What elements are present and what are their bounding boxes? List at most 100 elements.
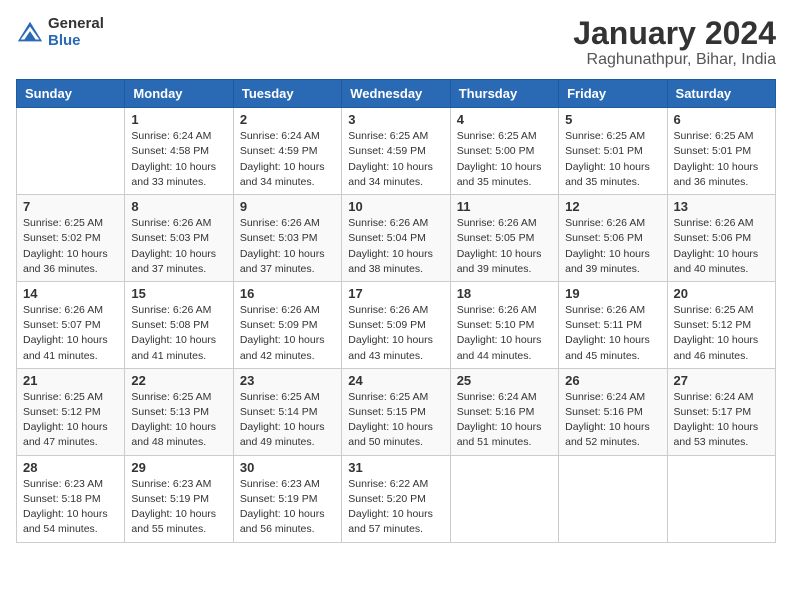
logo-blue-text: Blue <box>48 32 81 49</box>
day-number: 9 <box>240 199 335 214</box>
day-number: 10 <box>348 199 443 214</box>
day-number: 2 <box>240 112 335 127</box>
calendar-cell: 26Sunrise: 6:24 AM Sunset: 5:16 PM Dayli… <box>559 368 667 455</box>
calendar-table: SundayMondayTuesdayWednesdayThursdayFrid… <box>16 79 776 542</box>
day-info: Sunrise: 6:26 AM Sunset: 5:05 PM Dayligh… <box>457 216 552 277</box>
calendar-cell: 7 Sunrise: 6:25 AM Sunset: 5:02 PM Daylig… <box>17 195 125 282</box>
day-number: 21 <box>23 373 118 388</box>
calendar-cell: 23 Sunrise: 6:25 AM Sunset: 5:14 PM Dayli… <box>233 368 341 455</box>
location: Raghunathpur, Bihar, India <box>573 51 776 69</box>
day-number: 23 <box>240 373 335 388</box>
col-header-tuesday: Tuesday <box>233 80 341 108</box>
day-number: 14 <box>23 286 118 301</box>
day-info: Sunrise: 6:23 AM Sunset: 5:18 PM Dayligh… <box>23 477 118 538</box>
day-info: Sunrise: 6:24 AM Sunset: 5:16 PM Dayligh… <box>457 390 552 451</box>
logo-general-text: General <box>48 15 104 32</box>
day-info: Sunrise: 6:26 AM Sunset: 5:09 PM Dayligh… <box>240 303 335 364</box>
day-info: Sunrise: 6:25 AM Sunset: 4:59 PM Dayligh… <box>348 129 443 190</box>
calendar-cell: 13Sunrise: 6:26 AM Sunset: 5:06 PM Dayli… <box>667 195 775 282</box>
day-number: 20 <box>674 286 769 301</box>
calendar-cell: 3 Sunrise: 6:25 AM Sunset: 4:59 PM Daylig… <box>342 108 450 195</box>
day-number: 7 <box>23 199 118 214</box>
month-title: January 2024 <box>573 16 776 51</box>
col-header-saturday: Saturday <box>667 80 775 108</box>
day-number: 6 <box>674 112 769 127</box>
col-header-monday: Monday <box>125 80 233 108</box>
day-number: 24 <box>348 373 443 388</box>
calendar-header-row: SundayMondayTuesdayWednesdayThursdayFrid… <box>17 80 776 108</box>
calendar-cell: 9Sunrise: 6:26 AM Sunset: 5:03 PM Daylig… <box>233 195 341 282</box>
day-info: Sunrise: 6:25 AM Sunset: 5:12 PM Dayligh… <box>674 303 769 364</box>
day-number: 25 <box>457 373 552 388</box>
calendar-cell <box>17 108 125 195</box>
calendar-cell: 15Sunrise: 6:26 AM Sunset: 5:08 PM Dayli… <box>125 281 233 368</box>
day-info: Sunrise: 6:24 AM Sunset: 5:17 PM Dayligh… <box>674 390 769 451</box>
calendar-cell: 28 Sunrise: 6:23 AM Sunset: 5:18 PM Dayli… <box>17 455 125 542</box>
col-header-thursday: Thursday <box>450 80 558 108</box>
col-header-sunday: Sunday <box>17 80 125 108</box>
day-info: Sunrise: 6:22 AM Sunset: 5:20 PM Dayligh… <box>348 477 443 538</box>
logo: General Blue <box>16 16 104 49</box>
logo-text: General Blue <box>48 16 104 49</box>
calendar-cell: 16 Sunrise: 6:26 AM Sunset: 5:09 PM Dayli… <box>233 281 341 368</box>
calendar-cell: 18Sunrise: 6:26 AM Sunset: 5:10 PM Dayli… <box>450 281 558 368</box>
calendar-cell: 31 Sunrise: 6:22 AM Sunset: 5:20 PM Dayli… <box>342 455 450 542</box>
day-info: Sunrise: 6:26 AM Sunset: 5:06 PM Dayligh… <box>565 216 660 277</box>
day-info: Sunrise: 6:25 AM Sunset: 5:01 PM Dayligh… <box>674 129 769 190</box>
day-info: Sunrise: 6:26 AM Sunset: 5:08 PM Dayligh… <box>131 303 226 364</box>
day-number: 1 <box>131 112 226 127</box>
day-number: 8 <box>131 199 226 214</box>
calendar-week-row: 1 Sunrise: 6:24 AM Sunset: 4:58 PM Daylig… <box>17 108 776 195</box>
calendar-cell: 2 Sunrise: 6:24 AM Sunset: 4:59 PM Daylig… <box>233 108 341 195</box>
calendar-cell: 24 Sunrise: 6:25 AM Sunset: 5:15 PM Dayli… <box>342 368 450 455</box>
day-info: Sunrise: 6:25 AM Sunset: 5:02 PM Dayligh… <box>23 216 118 277</box>
day-number: 16 <box>240 286 335 301</box>
calendar-week-row: 14 Sunrise: 6:26 AM Sunset: 5:07 PM Dayli… <box>17 281 776 368</box>
calendar-cell: 4Sunrise: 6:25 AM Sunset: 5:00 PM Daylig… <box>450 108 558 195</box>
calendar-cell: 17 Sunrise: 6:26 AM Sunset: 5:09 PM Dayli… <box>342 281 450 368</box>
day-info: Sunrise: 6:25 AM Sunset: 5:00 PM Dayligh… <box>457 129 552 190</box>
calendar-cell: 19Sunrise: 6:26 AM Sunset: 5:11 PM Dayli… <box>559 281 667 368</box>
day-number: 11 <box>457 199 552 214</box>
calendar-cell: 30 Sunrise: 6:23 AM Sunset: 5:19 PM Dayli… <box>233 455 341 542</box>
calendar-week-row: 7 Sunrise: 6:25 AM Sunset: 5:02 PM Daylig… <box>17 195 776 282</box>
calendar-cell <box>450 455 558 542</box>
day-info: Sunrise: 6:25 AM Sunset: 5:01 PM Dayligh… <box>565 129 660 190</box>
day-number: 17 <box>348 286 443 301</box>
calendar-cell: 22Sunrise: 6:25 AM Sunset: 5:13 PM Dayli… <box>125 368 233 455</box>
day-number: 5 <box>565 112 660 127</box>
day-info: Sunrise: 6:25 AM Sunset: 5:14 PM Dayligh… <box>240 390 335 451</box>
calendar-cell: 29 Sunrise: 6:23 AM Sunset: 5:19 PM Dayli… <box>125 455 233 542</box>
day-number: 12 <box>565 199 660 214</box>
day-number: 30 <box>240 460 335 475</box>
day-number: 13 <box>674 199 769 214</box>
calendar-cell: 11 Sunrise: 6:26 AM Sunset: 5:05 PM Dayli… <box>450 195 558 282</box>
day-info: Sunrise: 6:25 AM Sunset: 5:15 PM Dayligh… <box>348 390 443 451</box>
day-info: Sunrise: 6:26 AM Sunset: 5:07 PM Dayligh… <box>23 303 118 364</box>
day-info: Sunrise: 6:23 AM Sunset: 5:19 PM Dayligh… <box>240 477 335 538</box>
day-number: 28 <box>23 460 118 475</box>
col-header-friday: Friday <box>559 80 667 108</box>
day-number: 3 <box>348 112 443 127</box>
calendar-cell: 21 Sunrise: 6:25 AM Sunset: 5:12 PM Dayli… <box>17 368 125 455</box>
calendar-cell: 8Sunrise: 6:26 AM Sunset: 5:03 PM Daylig… <box>125 195 233 282</box>
calendar-cell <box>559 455 667 542</box>
calendar-cell: 27Sunrise: 6:24 AM Sunset: 5:17 PM Dayli… <box>667 368 775 455</box>
day-info: Sunrise: 6:24 AM Sunset: 4:59 PM Dayligh… <box>240 129 335 190</box>
calendar-cell: 10 Sunrise: 6:26 AM Sunset: 5:04 PM Dayli… <box>342 195 450 282</box>
calendar-cell: 12 Sunrise: 6:26 AM Sunset: 5:06 PM Dayli… <box>559 195 667 282</box>
day-info: Sunrise: 6:25 AM Sunset: 5:13 PM Dayligh… <box>131 390 226 451</box>
page-header: General Blue January 2024 Raghunathpur, … <box>16 16 776 69</box>
calendar-week-row: 28 Sunrise: 6:23 AM Sunset: 5:18 PM Dayli… <box>17 455 776 542</box>
calendar-cell: 6 Sunrise: 6:25 AM Sunset: 5:01 PM Daylig… <box>667 108 775 195</box>
day-info: Sunrise: 6:23 AM Sunset: 5:19 PM Dayligh… <box>131 477 226 538</box>
day-info: Sunrise: 6:24 AM Sunset: 4:58 PM Dayligh… <box>131 129 226 190</box>
day-info: Sunrise: 6:26 AM Sunset: 5:10 PM Dayligh… <box>457 303 552 364</box>
day-number: 19 <box>565 286 660 301</box>
day-info: Sunrise: 6:26 AM Sunset: 5:09 PM Dayligh… <box>348 303 443 364</box>
day-info: Sunrise: 6:26 AM Sunset: 5:04 PM Dayligh… <box>348 216 443 277</box>
day-number: 29 <box>131 460 226 475</box>
calendar-cell: 25 Sunrise: 6:24 AM Sunset: 5:16 PM Dayli… <box>450 368 558 455</box>
day-info: Sunrise: 6:25 AM Sunset: 5:12 PM Dayligh… <box>23 390 118 451</box>
day-number: 31 <box>348 460 443 475</box>
